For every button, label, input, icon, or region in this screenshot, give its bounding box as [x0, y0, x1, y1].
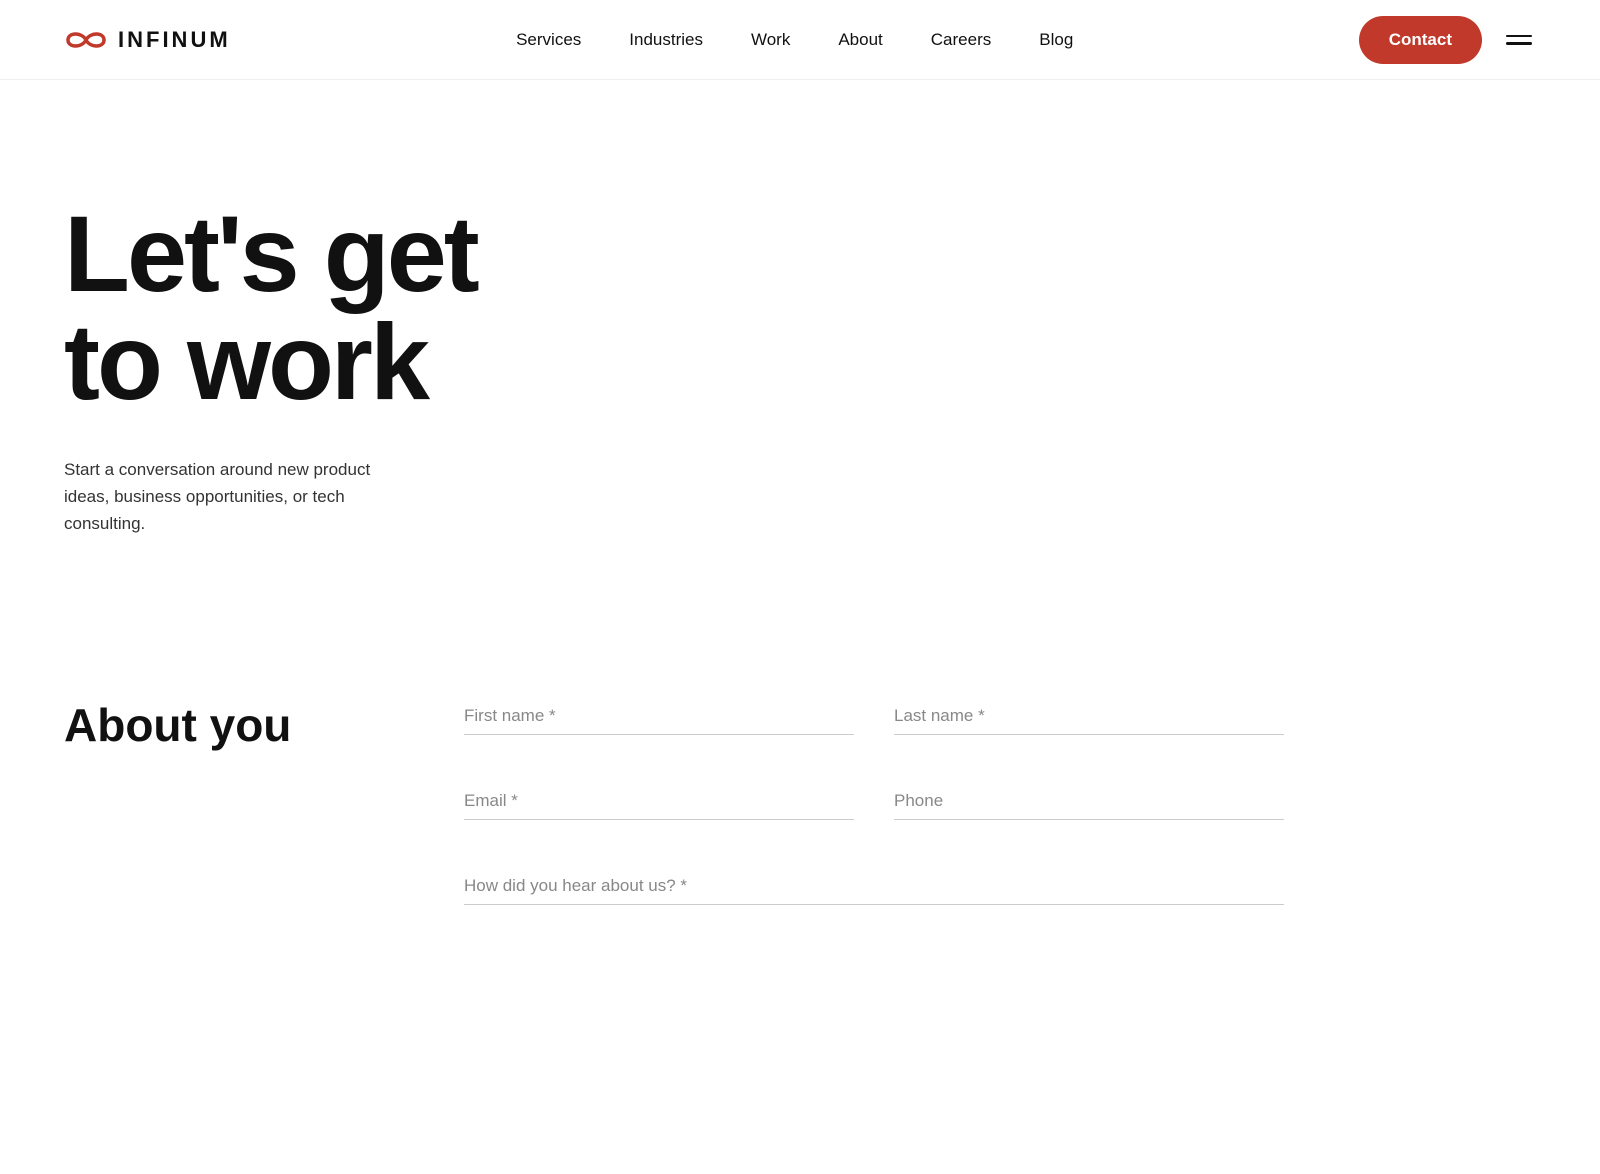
how-heard-input[interactable] — [464, 868, 1284, 905]
form-area — [464, 698, 1284, 953]
nav-blog[interactable]: Blog — [1039, 30, 1073, 50]
header-right: Contact — [1359, 16, 1536, 64]
hamburger-line-2 — [1506, 42, 1532, 45]
nav-work[interactable]: Work — [751, 30, 790, 50]
nav-about[interactable]: About — [838, 30, 882, 50]
nav-careers[interactable]: Careers — [931, 30, 991, 50]
hero-section: Let's get to work Start a conversation a… — [0, 80, 600, 618]
hero-heading-line1: Let's get — [64, 193, 477, 314]
email-phone-row — [464, 783, 1284, 820]
logo-text: INFINUM — [118, 27, 231, 53]
phone-field — [894, 783, 1284, 820]
form-section-title: About you — [64, 698, 304, 752]
logo[interactable]: INFINUM — [64, 27, 231, 53]
phone-input[interactable] — [894, 783, 1284, 820]
hero-subtext: Start a conversation around new product … — [64, 456, 384, 538]
logo-icon — [64, 28, 108, 52]
first-name-field — [464, 698, 854, 735]
hamburger-line-1 — [1506, 35, 1532, 38]
contact-form-section: About you — [0, 618, 1600, 1013]
main-nav: Services Industries Work About Careers B… — [516, 30, 1073, 50]
nav-industries[interactable]: Industries — [629, 30, 703, 50]
hero-heading-line2: to work — [64, 301, 427, 422]
hero-heading: Let's get to work — [64, 200, 536, 416]
first-name-input[interactable] — [464, 698, 854, 735]
last-name-field — [894, 698, 1284, 735]
last-name-input[interactable] — [894, 698, 1284, 735]
site-header: INFINUM Services Industries Work About C… — [0, 0, 1600, 80]
how-heard-field — [464, 868, 1284, 905]
name-row — [464, 698, 1284, 735]
contact-button[interactable]: Contact — [1359, 16, 1482, 64]
email-field — [464, 783, 854, 820]
menu-toggle[interactable] — [1502, 31, 1536, 49]
nav-services[interactable]: Services — [516, 30, 581, 50]
email-input[interactable] — [464, 783, 854, 820]
